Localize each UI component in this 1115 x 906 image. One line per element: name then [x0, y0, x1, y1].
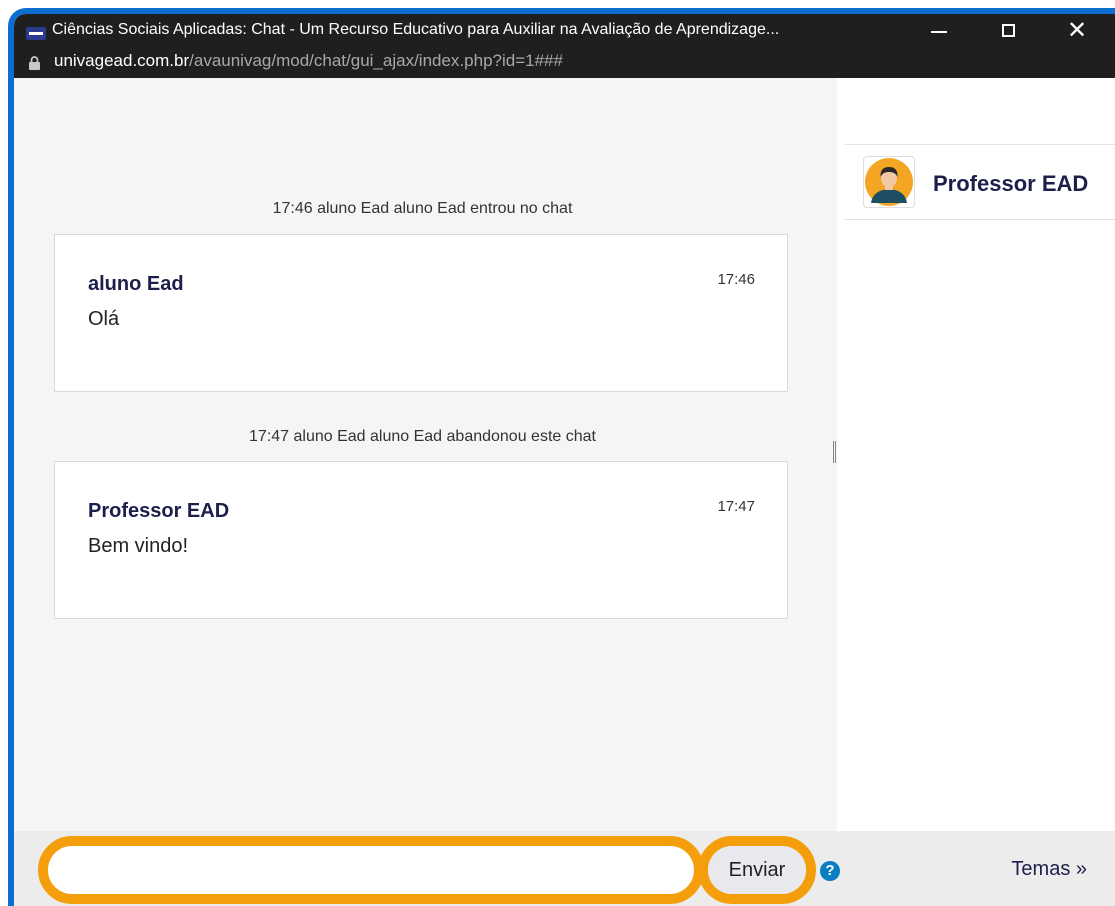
users-list-pane: Professor EAD	[837, 78, 1115, 831]
send-button[interactable]: Enviar	[708, 846, 806, 894]
message-input[interactable]	[48, 846, 694, 894]
message-text: Bem vindo!	[88, 535, 189, 557]
message-input-highlight	[38, 836, 704, 904]
message-author: Professor EAD	[88, 500, 230, 522]
minimize-button[interactable]	[914, 14, 960, 48]
title-bar: Ciências Sociais Aplicadas: Chat - Um Re…	[14, 14, 1115, 78]
chat-event-left: 17:47 aluno Ead aluno Ead abandonou este…	[249, 428, 596, 445]
close-button[interactable]: ✕	[1054, 14, 1100, 48]
browser-popup-window: Ciências Sociais Aplicadas: Chat - Um Re…	[8, 8, 1115, 906]
lock-icon	[29, 56, 40, 70]
message-author: aluno Ead	[88, 273, 184, 295]
window-title: Ciências Sociais Aplicadas: Chat - Um Re…	[52, 21, 780, 38]
message-text: Olá	[88, 308, 120, 330]
chat-event-joined: 17:46 aluno Ead aluno Ead entrou no chat	[272, 200, 573, 217]
user-list-item[interactable]: Professor EAD	[845, 144, 1115, 220]
url-host: univagead.com.br	[54, 51, 190, 70]
maximize-button[interactable]	[984, 14, 1030, 48]
chat-messages-area[interactable]: 17:46 aluno Ead aluno Ead entrou no chat…	[14, 78, 831, 831]
chat-message: Professor EAD Bem vindo! 17:47	[54, 461, 788, 619]
address-bar[interactable]: univagead.com.br/avaunivag/mod/chat/gui_…	[54, 51, 563, 71]
composer-bar: Enviar ? Temas »	[14, 831, 1115, 906]
help-icon[interactable]: ?	[820, 861, 840, 881]
chat-message: aluno Ead Olá 17:46	[54, 234, 788, 392]
url-path: /avaunivag/mod/chat/gui_ajax/index.php?i…	[189, 51, 563, 70]
close-icon: ✕	[1066, 17, 1088, 44]
send-button-highlight: Enviar	[698, 836, 816, 904]
user-name: Professor EAD	[933, 171, 1089, 196]
message-time: 17:46	[717, 271, 755, 288]
splitter-grip-icon[interactable]	[833, 441, 836, 463]
themes-link[interactable]: Temas »	[1011, 858, 1087, 881]
message-time: 17:47	[717, 498, 755, 515]
site-favicon-icon	[26, 27, 46, 40]
user-avatar-icon	[863, 156, 915, 208]
